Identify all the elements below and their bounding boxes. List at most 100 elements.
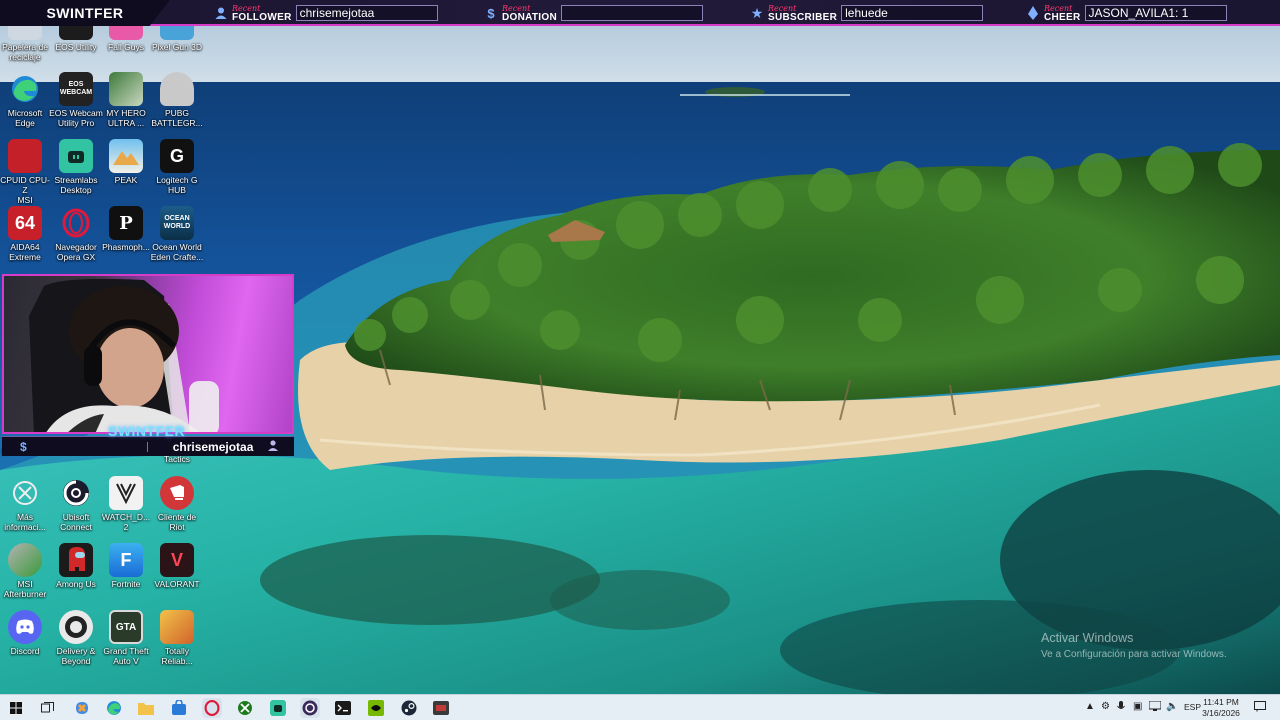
desktop-icon-ocean-world[interactable]: OCEAN WORLD Ocean World Eden Crafte... (150, 206, 204, 262)
desktop-icon-peak[interactable]: PEAK (101, 139, 151, 185)
user-icon (267, 438, 279, 456)
desktop-icon-fortnite[interactable]: F Fortnite (101, 543, 151, 589)
copilot-icon (76, 702, 88, 714)
desktop-icon-riot[interactable]: Cliente de Riot (152, 476, 202, 532)
valorant-icon: V (160, 543, 194, 577)
eos-webcam-icon: EOS WEBCAM (59, 72, 93, 106)
desktop-icon-delivery-beyond[interactable]: Delivery & Beyond (51, 610, 101, 666)
msi-afterburner-icon (8, 543, 42, 577)
terminal-icon (335, 701, 351, 715)
start-button[interactable] (6, 698, 26, 718)
desktop-icon-label: Delivery & Beyond (56, 646, 96, 666)
taskbar-streamlabs[interactable] (268, 698, 288, 718)
copilot-button[interactable] (72, 698, 92, 718)
desktop-icon-label: Totally Reliab... (161, 646, 193, 666)
desktop-icon-label: Logitech G HUB (156, 175, 198, 195)
pixel-gun-icon (160, 26, 194, 40)
tray-display-icon[interactable]: ▣ (1133, 701, 1142, 712)
task-view-button[interactable] (37, 698, 57, 718)
desktop-icon-logitech[interactable]: G Logitech G HUB (152, 139, 202, 195)
eos-utility-icon (59, 26, 93, 40)
desktop-icon-recycle-bin[interactable]: Papelera de reciclaje (0, 26, 50, 62)
streamer-silhouette (29, 278, 219, 432)
taskbar-terminal[interactable] (333, 698, 353, 718)
activation-title: Activar Windows (1041, 631, 1134, 645)
tray-overflow-icon[interactable]: ▲ (1085, 701, 1095, 712)
overlay-brand: SWINTFER (0, 0, 170, 26)
network-icon[interactable] (1148, 700, 1162, 714)
taskbar-store[interactable] (169, 698, 189, 718)
desktop-icon-label: Discord (10, 646, 40, 656)
desktop-icon-label: Phasmoph... (102, 242, 150, 252)
desktop-icon-gta-v[interactable]: GTA Grand Theft Auto V (101, 610, 151, 666)
desktop-icon-label: MY HERO ULTRA ... (106, 108, 146, 128)
desktop-icon-streamlabs[interactable]: Streamlabs Desktop (51, 139, 101, 195)
streamlabs-icon (59, 139, 93, 173)
desktop-icon-label: PUBG BATTLEGR... (151, 108, 203, 128)
taskbar: ▲ ⚙ ▣ 🔈 ESP 11:41 PM 3/16/2026 (0, 694, 1280, 720)
taskbar-eos[interactable] (431, 698, 451, 718)
desktop-icon-fall-guys[interactable]: Fall Guys (101, 26, 151, 52)
desktop-icon-label: Ocean World Eden Crafte... (150, 242, 204, 262)
follower-value: chrisemejotaa (295, 5, 438, 21)
desktop-icon-phasmophobia[interactable]: P Phasmoph... (101, 206, 151, 252)
desktop-icon-label: Fortnite (111, 579, 141, 589)
bits-gem-icon (1026, 6, 1040, 20)
edge-icon (8, 72, 42, 106)
desktop-icon-pubg[interactable]: PUBG BATTLEGR... (151, 72, 203, 128)
taskbar-nvidia[interactable] (366, 698, 386, 718)
webcam-name-bar: $ chrisemejotaa (2, 436, 294, 456)
desktop-icon-label: AIDA64 Extreme (9, 242, 41, 262)
notifications-icon[interactable] (1254, 701, 1266, 715)
recycle-bin-icon (8, 26, 42, 40)
pubg-icon (160, 72, 194, 106)
opera-gx-icon (59, 206, 93, 240)
desktop-icon-ubisoft[interactable]: Ubisoft Connect (51, 476, 101, 532)
riot-icon (160, 476, 194, 510)
desktop-icon-label: EOS Utility (55, 42, 97, 52)
desktop-icon-pixel-gun[interactable]: Pixel Gun 3D (152, 26, 202, 52)
tray-app-icon[interactable]: ⚙ (1101, 701, 1110, 712)
streamlabs-icon (270, 700, 286, 716)
desktop-icon-label: Streamlabs Desktop (54, 175, 98, 195)
desktop-icon-eos-webcam[interactable]: EOS WEBCAM EOS Webcam Utility Pro (49, 72, 103, 128)
desktop-icon-label: MSI Afterburner (3, 579, 47, 599)
task-view-icon (40, 702, 54, 713)
taskbar-edge[interactable] (104, 698, 124, 718)
desktop-icon-xbox[interactable]: Más informaci... (0, 476, 50, 532)
taskbar-obs[interactable] (300, 698, 320, 718)
desktop-icon-watch-dogs[interactable]: WATCH_D... 2 (101, 476, 151, 532)
volume-icon[interactable]: 🔈 (1166, 701, 1178, 712)
obs-icon (302, 700, 318, 716)
my-hero-icon (109, 72, 143, 106)
nvidia-icon (368, 700, 384, 716)
desktop-icon-opera-gx[interactable]: Navegador Opera GX (51, 206, 101, 262)
desktop-icon-valorant[interactable]: V VALORANT (152, 543, 202, 589)
xbox-icon (238, 701, 252, 715)
desktop-icon-among-us[interactable]: Among Us (51, 543, 101, 589)
desktop-icon-aida64[interactable]: 64 AIDA64 Extreme (0, 206, 50, 262)
ocean-world-icon: OCEAN WORLD (160, 206, 194, 240)
taskbar-clock[interactable]: 11:41 PM 3/16/2026 (1196, 697, 1246, 719)
desktop-icon-eos-utility[interactable]: EOS Utility (51, 26, 101, 52)
microphone-icon[interactable] (1117, 701, 1125, 715)
phasmophobia-icon: P (109, 206, 143, 240)
desktop-icon-label: Microsoft Edge (7, 108, 43, 128)
webcam-brand: SWINTFER (108, 423, 186, 439)
taskbar-xbox[interactable] (235, 698, 255, 718)
desktop-icon-discord[interactable]: Discord (0, 610, 50, 656)
desktop-icon-msi-afterburner[interactable]: MSI Afterburner (0, 543, 50, 599)
taskbar-file-explorer[interactable] (136, 698, 156, 718)
recent-donation: $ Recent DONATION (484, 3, 703, 23)
webcam-username: chrisemejotaa (172, 439, 254, 454)
desktop-icon-my-hero[interactable]: MY HERO ULTRA ... (101, 72, 151, 128)
subscriber-label: SUBSCRIBER (768, 12, 838, 23)
taskbar-steam[interactable] (399, 698, 419, 718)
desktop-icon-edge[interactable]: Microsoft Edge (0, 72, 50, 128)
desktop-icon-totally-reliable[interactable]: Totally Reliab... (152, 610, 202, 666)
desktop-icon-cpuz[interactable]: CPUID CPU-Z MSI (0, 139, 50, 205)
activation-subtitle: Ve a Configuración para activar Windows. (1041, 649, 1227, 660)
watch-dogs-icon (109, 476, 143, 510)
dollar-icon: $ (20, 439, 27, 454)
taskbar-opera-gx[interactable] (202, 698, 222, 718)
